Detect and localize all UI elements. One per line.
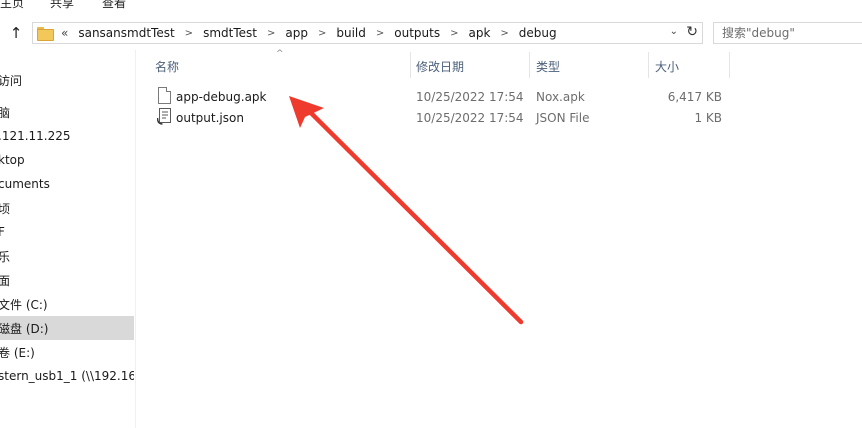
nav-item-label: 脑	[0, 105, 11, 120]
breadcrumb-debug[interactable]: debug	[519, 26, 557, 40]
file-date: 10/25/2022 17:54	[416, 89, 524, 104]
column-header-name[interactable]: 名称	[155, 52, 405, 80]
column-header-size[interactable]: 大小	[655, 52, 725, 80]
nav-item-drive-c[interactable]: 文件 (C:)	[0, 292, 134, 316]
ribbon-tabs: 主页 共享 查看	[0, 0, 862, 14]
file-size: 1 KB	[694, 110, 722, 125]
chevron-right-icon[interactable]: >	[450, 28, 458, 39]
ribbon-tab-share[interactable]: 共享	[50, 0, 74, 11]
breadcrumb-smdtTest[interactable]: smdtTest	[203, 26, 257, 40]
search-box[interactable]	[713, 22, 862, 44]
file-row-output-json[interactable]: output.json 10/25/2022 17:54 JSON File 1…	[152, 107, 732, 128]
nav-item-label: 访问	[0, 73, 23, 88]
chevron-right-icon[interactable]: >	[376, 28, 384, 39]
nav-item-label: 面	[0, 273, 11, 288]
column-header-date[interactable]: 修改日期	[416, 52, 526, 80]
nav-item-label: 卷 (E:)	[0, 345, 35, 360]
nav-item-drive-d[interactable]: 磁盘 (D:)	[0, 316, 134, 340]
file-date: 10/25/2022 17:54	[416, 110, 524, 125]
column-divider[interactable]	[410, 52, 411, 78]
nav-item-network-usb[interactable]: stern_usb1_1 (\\192.168	[0, 364, 134, 388]
nav-item-videos[interactable]: 顷	[0, 196, 134, 220]
up-arrow-icon: ↑	[9, 24, 23, 42]
breadcrumb-outputs[interactable]: outputs	[394, 26, 440, 40]
nav-item-label: ktop	[0, 153, 25, 167]
column-header-type[interactable]: 类型	[536, 52, 646, 80]
nav-item-downloads[interactable]: F	[0, 220, 134, 244]
nav-item-label: 顷	[0, 201, 11, 216]
file-type: Nox.apk	[536, 89, 585, 104]
breadcrumb-overflow-button[interactable]: «	[61, 26, 68, 40]
file-row-app-debug-apk[interactable]: app-debug.apk 10/25/2022 17:54 Nox.apk 6…	[152, 86, 732, 107]
file-size: 6,417 KB	[667, 89, 722, 104]
nav-item-desktop[interactable]: ktop	[0, 148, 134, 172]
apk-file-icon	[158, 87, 171, 104]
nav-item-network-host[interactable]: .121.11.225	[0, 124, 134, 148]
chevron-right-icon[interactable]: >	[267, 28, 275, 39]
chevron-down-icon[interactable]: ⌄	[670, 26, 678, 37]
json-file-icon	[157, 108, 171, 125]
ribbon-tab-home[interactable]: 主页	[0, 0, 24, 11]
nav-item-label: cuments	[0, 177, 50, 191]
column-divider[interactable]	[729, 52, 730, 78]
nav-item-desktop-cn[interactable]: 面	[0, 268, 134, 292]
nav-item-music[interactable]: 乐	[0, 244, 134, 268]
up-arrow-button[interactable]: ↑	[6, 22, 26, 44]
nav-item-drive-e[interactable]: 卷 (E:)	[0, 340, 134, 364]
column-divider[interactable]	[648, 52, 649, 78]
chevron-right-icon[interactable]: >	[318, 28, 326, 39]
breadcrumb-apk[interactable]: apk	[468, 26, 490, 40]
refresh-icon[interactable]: ↻	[686, 24, 698, 40]
nav-item-documents[interactable]: cuments	[0, 172, 134, 196]
folder-icon	[37, 27, 54, 41]
nav-item-label: 乐	[0, 249, 11, 264]
search-input[interactable]	[714, 23, 862, 43]
nav-item-this-pc[interactable]: 脑	[0, 100, 134, 124]
nav-item-quick-access[interactable]: 访问	[0, 68, 134, 92]
nav-item-label: stern_usb1_1 (\\192.168	[0, 369, 134, 383]
breadcrumb-app[interactable]: app	[285, 26, 308, 40]
breadcrumb-build[interactable]: build	[336, 26, 366, 40]
nav-item-label: 文件 (C:)	[0, 297, 48, 312]
chevron-right-icon[interactable]: >	[500, 28, 508, 39]
ribbon-tab-view[interactable]: 查看	[102, 0, 126, 11]
file-name[interactable]: output.json	[176, 107, 244, 128]
file-type: JSON File	[536, 110, 590, 125]
chevron-right-icon[interactable]: >	[185, 28, 193, 39]
nav-item-label: 磁盘 (D:)	[0, 321, 49, 336]
nav-item-label: .121.11.225	[0, 129, 71, 143]
address-bar[interactable]: « sansansmdtTest > smdtTest > app > buil…	[32, 22, 703, 44]
navigation-pane: 访问 脑 .121.11.225 ktop cuments 顷 F 乐 面 文件…	[0, 50, 136, 428]
nav-item-label: F	[0, 225, 5, 239]
column-divider[interactable]	[529, 52, 530, 78]
file-name[interactable]: app-debug.apk	[176, 86, 267, 107]
breadcrumb-sansansmdtTest[interactable]: sansansmdtTest	[78, 26, 174, 40]
